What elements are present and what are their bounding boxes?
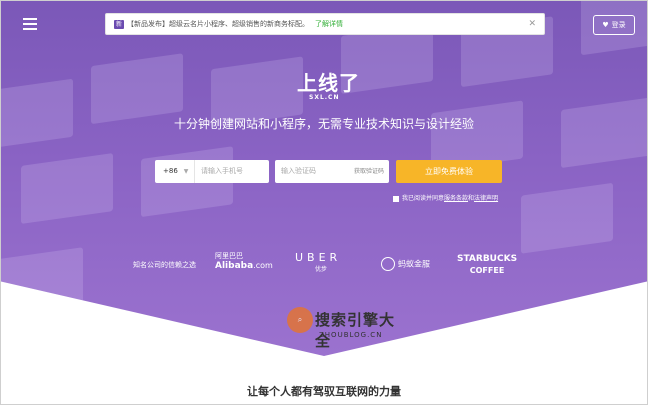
brand-logo: 上线了: [297, 71, 360, 95]
get-code-button[interactable]: 获取验证码: [354, 160, 384, 183]
starbucks-logo: STARBUCKS COFFEE: [457, 254, 517, 276]
free-trial-button[interactable]: 立即免费体验: [396, 160, 502, 183]
terms-link[interactable]: 服务条款: [444, 195, 468, 202]
starbucks-line2: COFFEE: [469, 266, 505, 275]
agreement-row: 我已阅读并同意服务条款和法律声明: [393, 193, 498, 202]
ant-text: 蚂蚁金服: [398, 259, 430, 269]
menu-icon[interactable]: [23, 18, 37, 33]
brand-domain: SXL.CN: [309, 94, 340, 101]
alibaba-suffix: .com: [253, 261, 273, 270]
agree-checkbox[interactable]: [393, 195, 399, 202]
chevron-down-icon: ▼: [183, 168, 189, 175]
uber-cn: 优步: [315, 266, 328, 273]
watermark-url: ZHOUBLOG.CN: [319, 331, 383, 339]
phone-input[interactable]: 请输入手机号: [195, 160, 269, 183]
partners-label: 知名公司的信赖之选: [133, 261, 196, 269]
alibaba-en: Alibaba: [215, 261, 254, 271]
login-label: 登录: [611, 21, 626, 29]
new-badge: 新: [114, 20, 125, 29]
country-code-select[interactable]: +86 ▼: [155, 160, 195, 183]
alibaba-logo: 阿里巴巴 Alibaba.com: [215, 251, 275, 271]
announcement-bar: 新【新品发布】超级云名片小程序、超级销售的新商务标配。 了解详情 ✕: [105, 13, 545, 35]
watermark-text: 搜索引擎大全: [315, 311, 396, 350]
learn-more-link[interactable]: 了解详情: [315, 20, 343, 28]
verification-code-input[interactable]: 输入验证码 获取验证码: [275, 160, 389, 183]
starbucks-line1: STARBUCKS: [457, 254, 518, 264]
law-link[interactable]: 法律声明: [474, 195, 498, 202]
uber-en: UBER: [295, 251, 342, 264]
agree-text: 我已阅读并同意: [402, 195, 445, 202]
watermark: ⌕ 搜索引擎大全 ZHOUBLOG.CN: [287, 303, 397, 350]
ant-financial-logo: 蚂蚁金服: [381, 257, 430, 271]
search-icon: ⌕: [287, 307, 313, 333]
hero-slogan: 十分钟创建网站和小程序，无需专业技术知识与设计经验: [173, 117, 474, 131]
alibaba-cn: 阿里巴巴: [215, 252, 243, 260]
ant-icon: [381, 257, 395, 271]
login-button[interactable]: ♥ 登录: [593, 15, 635, 35]
country-code-value: +86: [163, 167, 178, 175]
heart-icon: ♥: [602, 21, 609, 29]
close-icon[interactable]: ✕: [528, 14, 536, 34]
section-title: 让每个人都有驾驭互联网的力量: [247, 385, 401, 398]
code-placeholder: 输入验证码: [281, 167, 316, 175]
announcement-text: 【新品发布】超级云名片小程序、超级销售的新商务标配。: [127, 20, 310, 28]
uber-logo: UBER 优步: [295, 251, 341, 273]
